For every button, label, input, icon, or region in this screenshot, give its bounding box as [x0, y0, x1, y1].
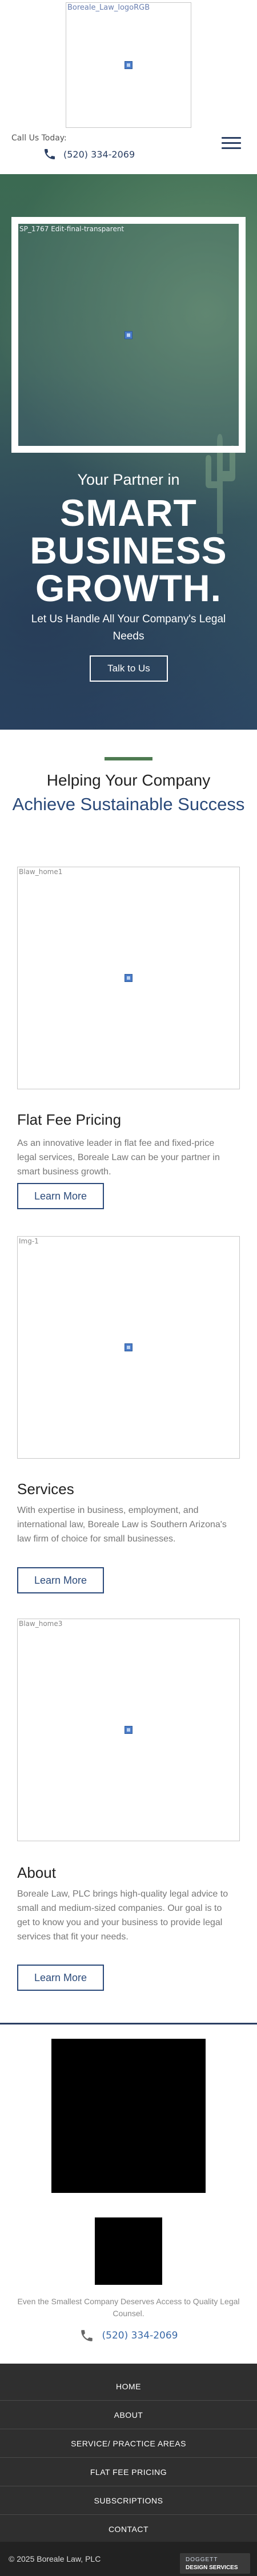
flat-fee-image: Blaw_home1 [17, 867, 240, 1089]
talk-to-us-button[interactable]: Talk to Us [90, 655, 168, 682]
broken-image-icon [125, 1343, 132, 1351]
footer-image-small [95, 2217, 162, 2285]
footer-nav-subscriptions[interactable]: SUBSCRIPTIONS [0, 2486, 257, 2515]
footer-nav-about[interactable]: ABOUT [0, 2401, 257, 2429]
logo-alt-text: Boreale_Law_logoRGB [67, 3, 150, 12]
hero-title-line-3: GROWTH. [35, 567, 222, 609]
about-image: Blaw_home3 [17, 1619, 240, 1841]
flat-fee-text: As an innovative leader in flat fee and … [17, 1138, 220, 1177]
phone-icon [45, 149, 55, 159]
designer-name: DOGGETT [186, 2557, 218, 2563]
header-phone-link[interactable]: (520) 334-2069 [43, 147, 135, 161]
designer-services: DESIGN SERVICES [186, 2565, 238, 2571]
hero-image-frame: SP_1767 Edit-final-transparent [11, 217, 246, 453]
services-learn-more-button[interactable]: Learn More [17, 1567, 104, 1593]
phone-icon [81, 2330, 93, 2341]
about-learn-more-button[interactable]: Learn More [17, 1965, 104, 1991]
intro-section: Helping Your Company Achieve Sustainable… [0, 730, 257, 867]
site-header: Boreale_Law_logoRGB Call Us Today: (520)… [0, 0, 257, 174]
hero-subtitle: Your Partner in [77, 471, 180, 488]
broken-image-icon [125, 61, 132, 69]
hamburger-menu-icon[interactable] [222, 137, 241, 150]
broken-image-icon [125, 974, 132, 982]
intro-divider [105, 757, 152, 760]
intro-subheading: Achieve Sustainable Success [12, 794, 245, 814]
footer-nav-flat-fee-pricing[interactable]: FLAT FEE PRICING [0, 2458, 257, 2486]
footer-image-large [51, 2039, 206, 2193]
services-title: Services [17, 1480, 74, 1498]
flat-fee-title: Flat Fee Pricing [17, 1111, 122, 1128]
services-image-alt-text: Img-1 [19, 1237, 39, 1245]
about-image-alt-text: Blaw_home3 [19, 1620, 63, 1628]
hero-description: Let Us Handle All Your Company's Legal N… [31, 613, 226, 642]
footer-nav-contact[interactable]: CONTACT [0, 2515, 257, 2543]
footer-top: Even the Smallest Company Deserves Acces… [0, 2023, 257, 2320]
services-section: Img-1 Services With expertise in busines… [0, 1236, 257, 1593]
copyright-text: © 2025 Boreale Law, PLC [9, 2554, 101, 2563]
flat-fee-section: Blaw_home1 Flat Fee Pricing As an innova… [0, 867, 257, 1221]
about-text: Boreale Law, PLC brings high-quality leg… [17, 1889, 228, 1942]
site-logo[interactable]: Boreale_Law_logoRGB [66, 2, 191, 128]
hero-section: SP_1767 Edit-final-transparent Your Part… [0, 174, 257, 730]
broken-image-icon [125, 331, 132, 339]
about-title: About [17, 1864, 56, 1881]
page: Boreale_Law_logoRGB Call Us Today: (520)… [0, 0, 257, 2576]
footer-phone-link[interactable]: (520) 334-2069 [0, 2328, 257, 2343]
services-image: Img-1 [17, 1236, 240, 1459]
flat-fee-learn-more-button[interactable]: Learn More [17, 1183, 104, 1209]
services-text: With expertise in business, employment, … [17, 1506, 227, 1544]
about-section: Blaw_home3 About Boreale Law, PLC brings… [0, 1619, 257, 1995]
footer-nav-home[interactable]: HOME [0, 2372, 257, 2401]
footer-nav-services[interactable]: SERVICE/ PRACTICE AREAS [0, 2429, 257, 2458]
footer-nav: HOME ABOUT SERVICE/ PRACTICE AREAS FLAT … [0, 2364, 257, 2543]
hero-title: SMART BUSINESS GROWTH. [0, 494, 257, 607]
broken-image-icon [125, 1726, 132, 1734]
hero-title-line-1: SMART [60, 492, 197, 534]
header-phone-number: (520) 334-2069 [63, 148, 135, 160]
footer-phone-number: (520) 334-2069 [102, 2330, 178, 2341]
intro-heading: Helping Your Company [46, 771, 211, 789]
hero-title-line-2: BUSINESS [30, 529, 227, 571]
flat-fee-image-alt-text: Blaw_home1 [19, 868, 63, 876]
designer-badge[interactable]: DOGGETT DESIGN SERVICES [180, 2553, 250, 2574]
hero-image-alt-text: SP_1767 Edit-final-transparent [19, 225, 125, 233]
call-label: Call Us Today: [11, 134, 67, 143]
footer-bottom: © 2025 Boreale Law, PLC DOGGETT DESIGN S… [0, 2542, 257, 2576]
footer-tagline: Even the Smallest Company Deserves Acces… [17, 2297, 240, 2318]
